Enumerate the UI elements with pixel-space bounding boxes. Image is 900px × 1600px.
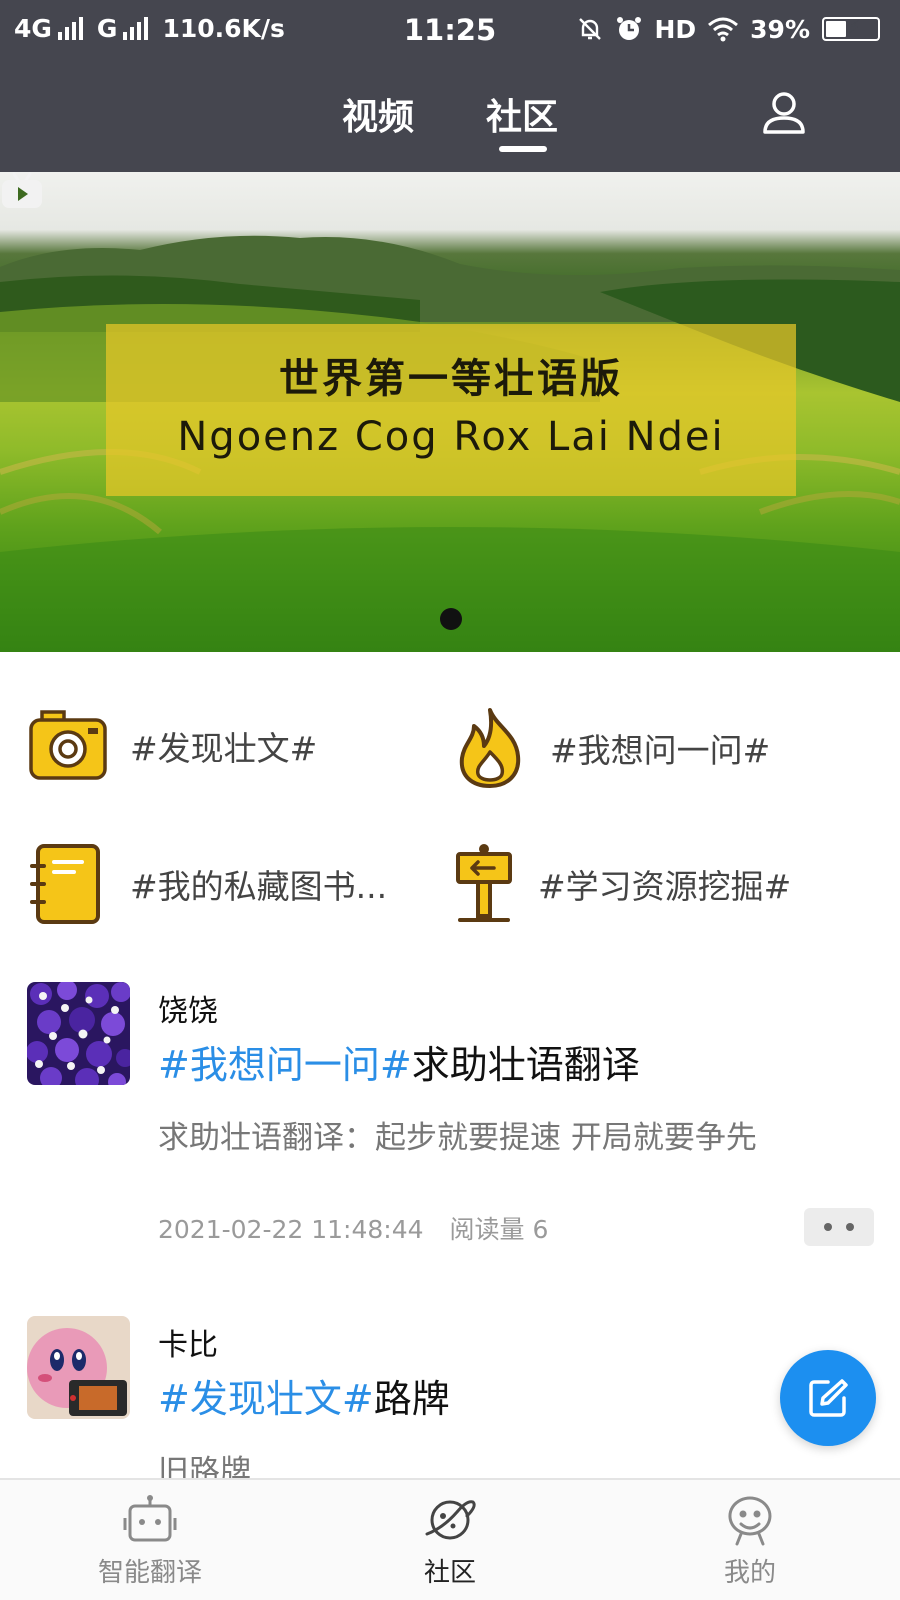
category-label: #我想问一问# (550, 731, 771, 770)
battery-icon: ⚡ (822, 17, 880, 41)
flame-icon (459, 708, 521, 788)
compose-post-button[interactable] (780, 1350, 876, 1446)
post-card[interactable]: 卡比 #发现壮文#路牌 旧路牌 (0, 1316, 900, 1490)
hd-label: HD (654, 14, 697, 44)
avatar-flowers-image (27, 982, 130, 1085)
nav-smart-translate[interactable]: 智能翻译 (50, 1494, 250, 1589)
post-title[interactable]: #发现壮文#路牌 (158, 1368, 450, 1423)
category-label: #发现壮文# (130, 729, 318, 768)
post-author: 卡比 (158, 1328, 218, 1363)
nav-community[interactable]: 社区 (350, 1494, 550, 1589)
post-meta: 2021-02-22 11:48:44 阅读量 6 (158, 1210, 548, 1246)
post-excerpt: 求助壮语翻译：起步就要提速 开局就要争先 (158, 1120, 757, 1156)
banner-title-box: 世界第一等壮语版 Ngoenz Cog Rox Lai Ndei (106, 324, 796, 496)
robot-icon (123, 1495, 177, 1542)
app-header: 4G G 110.6K/s 11:25 HD 39% ⚡ 视频 社区 (0, 0, 900, 172)
more-options-button[interactable] (804, 1208, 874, 1246)
top-nav: 视频 社区 (0, 64, 900, 172)
category-label: #我的私藏图书... (130, 867, 388, 906)
alarm-icon (617, 17, 642, 40)
notebook-icon (30, 844, 100, 924)
tab-community[interactable]: 社区 (486, 88, 558, 140)
smiley-icon (728, 1496, 772, 1546)
post-author: 饶饶 (158, 994, 218, 1029)
avatar[interactable] (27, 982, 130, 1085)
category-want-to-ask[interactable]: #我想问一问# (452, 706, 770, 790)
avatar-plush-toy-image (27, 1316, 130, 1419)
post-title[interactable]: #我想问一问#求助壮语翻译 (158, 1034, 640, 1089)
tab-video[interactable]: 视频 (342, 88, 414, 140)
nav-mine[interactable]: 我的 (650, 1494, 850, 1589)
category-learning-resources[interactable]: #学习资源挖掘# (452, 842, 791, 926)
bottom-navigation: 智能翻译 社区 我的 (0, 1478, 900, 1600)
banner-title-chinese: 世界第一等壮语版 (279, 356, 623, 402)
post-datetime: 2021-02-22 11:48:44 (158, 1215, 424, 1244)
user-profile-icon[interactable] (760, 88, 808, 136)
edit-icon (809, 1379, 848, 1417)
category-discover-zhuang[interactable]: #发现壮文# (28, 706, 317, 786)
carousel-indicator-dot[interactable] (440, 608, 462, 630)
banner-carousel[interactable]: 世界第一等壮语版 Ngoenz Cog Rox Lai Ndei (0, 172, 900, 652)
category-label: #学习资源挖掘# (538, 867, 792, 906)
video-play-icon (2, 172, 42, 208)
wifi-icon (708, 17, 739, 42)
nav-label: 我的 (723, 1558, 776, 1588)
active-tab-indicator (499, 146, 547, 152)
signpost-icon (456, 844, 512, 922)
planet-icon (425, 1500, 476, 1540)
avatar[interactable] (27, 1316, 130, 1419)
camera-icon (29, 710, 107, 780)
nav-label: 智能翻译 (97, 1558, 202, 1588)
banner-title-zhuang: Ngoenz Cog Rox Lai Ndei (177, 414, 725, 460)
post-read-count: 阅读量 6 (449, 1215, 549, 1244)
mute-bell-icon (579, 18, 602, 40)
post-title-text: 求助壮语翻译 (411, 1043, 640, 1087)
battery-percent: 39% (750, 14, 810, 44)
category-private-books[interactable]: #我的私藏图书... (28, 842, 387, 926)
post-card[interactable]: 饶饶 #我想问一问#求助壮语翻译 求助壮语翻译：起步就要提速 开局就要争先 20… (0, 982, 900, 1282)
post-topic-tag[interactable]: #我想问一问# (158, 1043, 412, 1087)
status-bar: 4G G 110.6K/s 11:25 HD 39% ⚡ (0, 0, 900, 64)
status-right: HD 39% ⚡ (576, 14, 880, 44)
post-title-text: 路牌 (373, 1377, 450, 1421)
post-topic-tag[interactable]: #发现壮文# (158, 1377, 374, 1421)
nav-label: 社区 (423, 1558, 476, 1588)
